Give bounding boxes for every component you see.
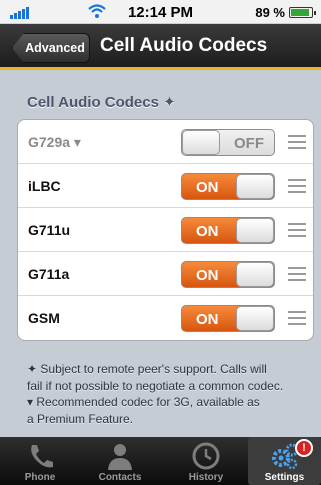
codec-row[interactable]: G711a ON: [18, 252, 313, 296]
codec-row[interactable]: G729a ▾ OFF: [18, 120, 313, 164]
tab-contacts[interactable]: Contacts: [80, 437, 160, 485]
codec-row[interactable]: G711u ON: [18, 208, 313, 252]
status-bar: 12:14 PM 89 %: [0, 0, 321, 24]
codec-name: G729a ▾: [28, 134, 81, 150]
tab-bar: Phone Contacts History ! Settings: [0, 437, 321, 485]
codec-toggle[interactable]: ON: [181, 173, 275, 200]
page-title: Cell Audio Codecs: [100, 35, 268, 56]
codec-row[interactable]: GSM ON: [18, 296, 313, 340]
back-button[interactable]: Advanced: [12, 33, 90, 63]
reorder-handle-icon[interactable]: [288, 179, 306, 197]
tab-phone[interactable]: Phone: [0, 437, 80, 485]
codec-row[interactable]: iLBC ON: [18, 164, 313, 208]
battery-icon: [289, 7, 316, 18]
footnote-line: ▾ Recommended codec for 3G, available as: [27, 395, 260, 409]
clock-icon: [192, 442, 220, 470]
codec-name: G711u: [28, 222, 71, 238]
contacts-icon: [108, 444, 132, 470]
codec-name: G711a: [28, 266, 70, 282]
notification-badge: !: [295, 439, 313, 457]
tab-history[interactable]: History: [166, 437, 246, 485]
phone-icon: [31, 445, 53, 468]
section-header: Cell Audio Codecs ✦: [27, 94, 176, 111]
codec-table: G729a ▾ OFF iLBC ON G711u ON G711a ON GS…: [17, 119, 314, 341]
codec-toggle[interactable]: ON: [181, 261, 275, 288]
codec-toggle[interactable]: ON: [181, 305, 275, 332]
codec-toggle[interactable]: OFF: [181, 129, 275, 156]
tab-settings[interactable]: ! Settings: [248, 437, 321, 485]
battery-percent: 89 %: [255, 5, 285, 20]
navigation-bar: Advanced Cell Audio Codecs: [0, 24, 321, 70]
reorder-handle-icon[interactable]: [288, 311, 306, 329]
reorder-handle-icon[interactable]: [288, 267, 306, 285]
footnote-line: a Premium Feature.: [27, 411, 134, 426]
codec-name: GSM: [28, 310, 60, 326]
reorder-handle-icon[interactable]: [288, 223, 306, 241]
footnote: ✦ Subject to remote peer's support. Call…: [27, 361, 317, 427]
footnote-line: fail if not possible to negotiate a comm…: [27, 378, 284, 393]
footnote-line: ✦ Subject to remote peer's support. Call…: [27, 362, 267, 376]
codec-toggle[interactable]: ON: [181, 217, 275, 244]
codec-name: iLBC: [28, 178, 61, 194]
reorder-handle-icon[interactable]: [288, 135, 306, 153]
